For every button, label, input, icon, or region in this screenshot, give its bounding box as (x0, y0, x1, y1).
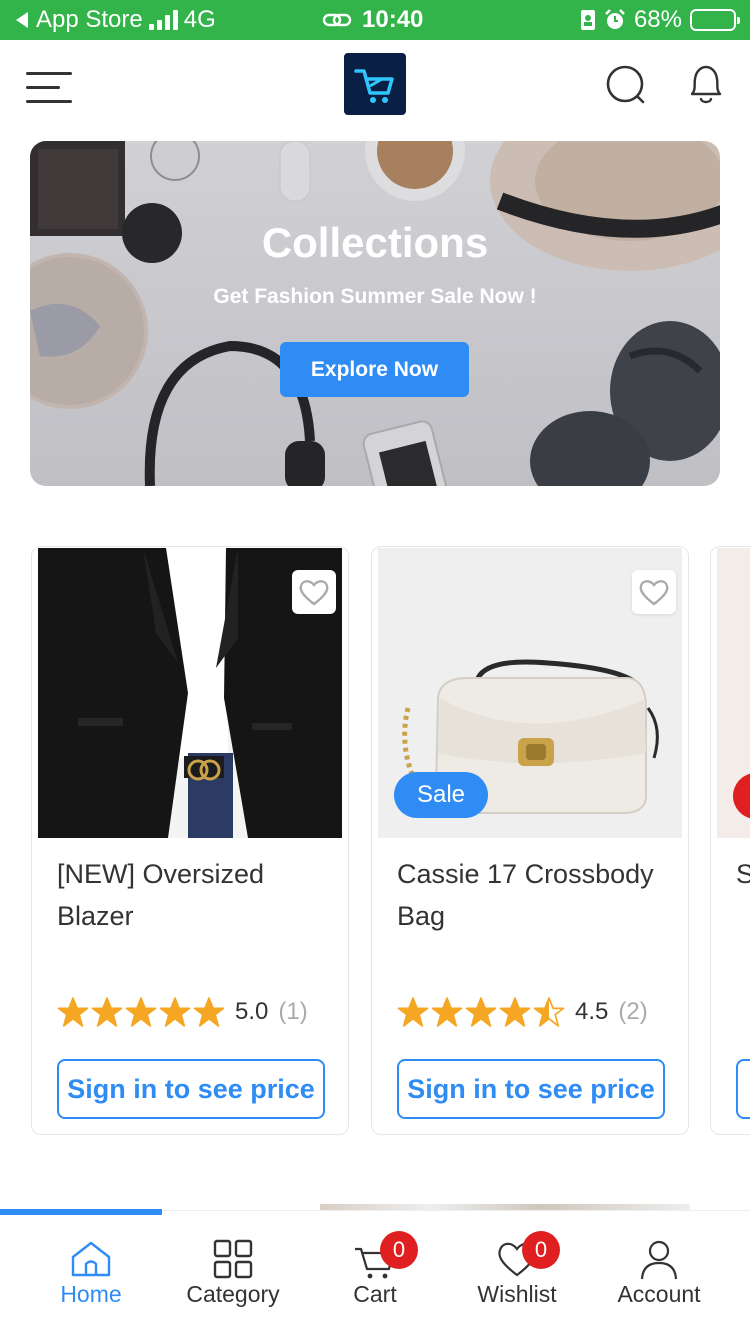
back-arrow-icon (16, 12, 28, 28)
nav-label: Category (186, 1281, 280, 1307)
wishlist-heart-button[interactable] (632, 570, 676, 614)
nav-label: Account (617, 1281, 701, 1307)
product-card[interactable]: [NEW] Oversized Blazer 5.0 (1) Sign in t… (31, 546, 349, 1135)
nav-cart[interactable]: 0 Cart (300, 1211, 450, 1334)
search-icon[interactable] (603, 62, 649, 108)
star-icon (465, 997, 497, 1027)
review-count: (1) (278, 998, 308, 1025)
heart-icon (639, 580, 669, 606)
product-title[interactable]: Cassie 17 Crossbody Bag (397, 853, 667, 937)
shopping-cart-logo[interactable] (344, 53, 406, 115)
review-count: (2) (618, 998, 648, 1025)
nav-label: Home (60, 1281, 122, 1307)
banner-overlay (30, 141, 720, 486)
product-title[interactable]: S (736, 853, 750, 895)
status-bar: App Store 4G 10:40 68% (0, 0, 750, 40)
status-right: 68% (580, 0, 740, 40)
product-title[interactable]: [NEW] Oversized Blazer (57, 853, 327, 937)
star-icon (397, 997, 429, 1027)
alarm-icon (605, 9, 625, 29)
nav-home[interactable]: Home (16, 1211, 166, 1334)
star-rating-icons (57, 997, 225, 1027)
star-icon (57, 997, 89, 1027)
product-card-partial[interactable]: S (710, 546, 750, 1135)
sign-in-price-button[interactable]: Sign in to see price (57, 1059, 325, 1119)
portrait-lock-icon (580, 10, 595, 30)
status-center: 10:40 (322, 0, 423, 40)
star-icon (499, 997, 531, 1027)
explore-now-button[interactable]: Explore Now (280, 342, 469, 397)
home-icon (71, 1241, 111, 1277)
link-icon (322, 13, 352, 27)
collections-banner[interactable]: Collections Get Fashion Summer Sale Now … (30, 141, 720, 486)
bell-glyph-icon (690, 65, 722, 104)
wishlist-count-badge: 0 (522, 1231, 560, 1269)
sale-badge: Sale (394, 772, 488, 818)
app-screen: App Store 4G 10:40 68% Collections Get F… (0, 0, 750, 1334)
banner-title: Collections (261, 219, 489, 266)
star-icon (91, 997, 123, 1027)
clock-time: 10:40 (362, 6, 424, 33)
nav-label: Cart (353, 1281, 397, 1307)
bell-icon[interactable] (684, 62, 728, 108)
signal-icon (148, 10, 178, 30)
star-icon (125, 997, 157, 1027)
star-icon (159, 997, 191, 1027)
grid-icon (213, 1239, 253, 1279)
star-icon (193, 997, 225, 1027)
product-card[interactable]: Sale Cassie 17 Crossbody Bag 4.5 (2) Sig… (371, 546, 689, 1135)
sign-in-price-button[interactable]: Sign in to see price (397, 1059, 665, 1119)
wishlist-heart-button[interactable] (292, 570, 336, 614)
search-glyph-icon (606, 65, 645, 104)
banner-subtitle: Get Fashion Summer Sale Now ! (213, 285, 537, 308)
rating-value: 5.0 (235, 998, 269, 1025)
sign-in-price-button-partial[interactable] (736, 1059, 750, 1119)
battery-percent: 68% (633, 6, 682, 33)
bottom-navigation: Home Category 0 Cart 0 Wishlist Account (0, 1209, 750, 1334)
app-header (0, 40, 750, 136)
nav-label: Wishlist (477, 1281, 557, 1307)
nav-category[interactable]: Category (158, 1211, 308, 1334)
back-app-label: App Store (36, 6, 143, 33)
battery-icon (690, 9, 740, 31)
star-icon (533, 997, 565, 1027)
cart-count-badge: 0 (380, 1231, 418, 1269)
cart-logo-icon (354, 69, 394, 103)
heart-icon (299, 580, 329, 606)
star-rating-icons (397, 997, 565, 1027)
rating-value: 4.5 (575, 998, 609, 1025)
star-icon (431, 997, 463, 1027)
nav-wishlist[interactable]: 0 Wishlist (442, 1211, 592, 1334)
product-rating: 5.0 (1) (57, 997, 308, 1027)
user-icon (640, 1240, 678, 1280)
network-label: 4G (183, 6, 216, 33)
nav-account[interactable]: Account (584, 1211, 734, 1334)
hamburger-menu-icon[interactable] (26, 68, 72, 108)
product-rating: 4.5 (2) (397, 997, 648, 1027)
status-left[interactable]: App Store 4G (14, 0, 216, 40)
